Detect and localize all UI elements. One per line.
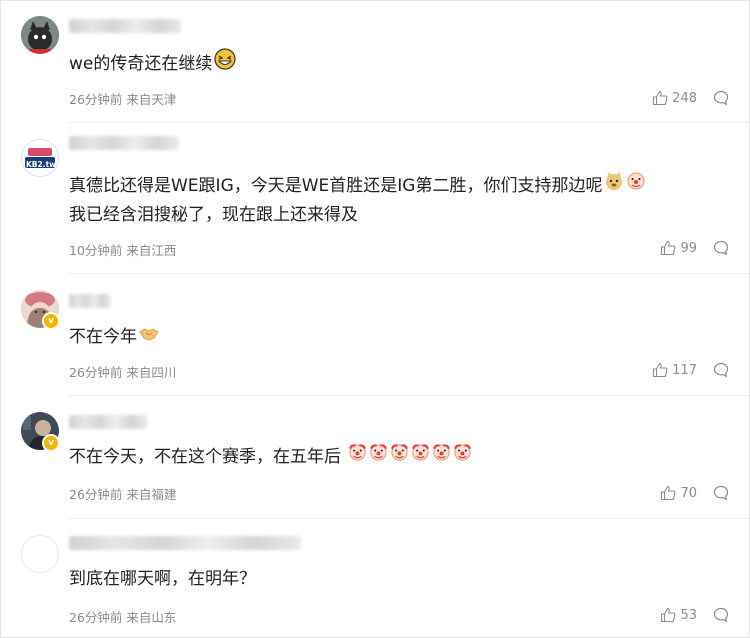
comment-text: we的传奇还在继续 <box>69 48 236 80</box>
username-blurred[interactable] <box>69 415 147 429</box>
reply-button[interactable] <box>713 362 729 378</box>
comment-time: 26分钟前 <box>69 365 123 380</box>
comment-time: 26分钟前 <box>69 610 123 625</box>
thumbs-up-icon <box>661 607 676 623</box>
comment-actions: 248 <box>652 89 729 107</box>
cat-avatar-icon <box>21 16 59 54</box>
verified-badge-icon: v <box>42 312 60 330</box>
username-blurred[interactable] <box>69 294 111 308</box>
like-button[interactable]: 70 <box>660 485 697 501</box>
comment-text: 到底在哪天啊，在明年？ <box>69 569 256 589</box>
like-count: 99 <box>680 240 697 256</box>
comment-bubble-icon <box>713 362 729 378</box>
comment-text-line2: 我已经含泪搜秘了，现在跟上还来得及 <box>69 205 358 225</box>
thumbs-up-icon <box>661 240 676 256</box>
avatar-text: KB2.tw <box>26 160 57 169</box>
thumbs-up-icon <box>661 485 676 501</box>
comment-text: 不在今年 <box>69 322 159 352</box>
comment-actions: 53 <box>660 606 729 624</box>
comment-list: we的传奇还在继续 26分钟前 来自天津 248 KB2.tw 真德比还得是WE… <box>0 0 750 638</box>
like-count: 53 <box>680 607 697 623</box>
doge-emoji-icon <box>604 171 624 201</box>
comment-location: 来自江西 <box>126 243 177 258</box>
comment-item: we的传奇还在继续 26分钟前 来自天津 248 <box>1 1 749 123</box>
clown-emoji-icon <box>626 171 646 201</box>
handshake-emoji-icon <box>139 322 159 352</box>
username-blurred[interactable] <box>69 19 181 33</box>
like-button[interactable]: 248 <box>652 90 697 106</box>
comment-meta: 26分钟前 来自福建 <box>69 484 176 503</box>
clown-emoji-icon <box>348 442 367 472</box>
like-button[interactable]: 53 <box>660 607 697 623</box>
like-button[interactable]: 117 <box>652 362 697 378</box>
laughing-emoji-icon <box>214 48 236 80</box>
comment-actions: 99 <box>660 239 729 257</box>
thumbs-up-icon <box>653 362 668 378</box>
comment-text: 不在今天，不在这个赛季，在五年后 <box>69 442 472 472</box>
username-blurred[interactable] <box>69 536 301 550</box>
comment-item: v 不在今年 26分钟前 来自四川 117 <box>1 274 749 396</box>
comment-bubble-icon <box>713 485 729 501</box>
clown-emoji-icon <box>453 442 472 472</box>
comment-bubble-icon <box>713 240 729 256</box>
reply-button[interactable] <box>713 240 729 256</box>
reply-button[interactable] <box>713 485 729 501</box>
comment-location: 来自福建 <box>126 487 177 502</box>
comment-location: 来自天津 <box>126 92 177 107</box>
comment-item: KB2.tw 真德比还得是WE跟IG，今天是WE首胜还是IG第二胜，你们支持那边… <box>1 123 749 274</box>
comment-location: 来自四川 <box>126 365 177 380</box>
comment-meta: 10分钟前 来自江西 <box>69 240 176 259</box>
reply-button[interactable] <box>713 607 729 623</box>
comment-time: 26分钟前 <box>69 92 123 107</box>
avatar[interactable]: KB2.tw <box>21 139 59 177</box>
comment-actions: 70 <box>660 484 729 502</box>
clown-emoji-icon <box>369 442 388 472</box>
comment-text: 真德比还得是WE跟IG，今天是WE首胜还是IG第二胜，你们支持那边呢 <box>69 171 646 201</box>
like-count: 117 <box>672 362 697 378</box>
clown-emoji-icon <box>390 442 409 472</box>
default-avatar-icon <box>22 536 58 572</box>
like-count: 248 <box>672 90 697 106</box>
reply-button[interactable] <box>713 90 729 106</box>
avatar[interactable] <box>21 535 59 573</box>
comment-location: 来自山东 <box>126 610 177 625</box>
clown-emoji-icon <box>432 442 451 472</box>
comment-meta: 26分钟前 来自山东 <box>69 607 176 626</box>
comment-bubble-icon <box>713 607 729 623</box>
comment-meta: 26分钟前 来自四川 <box>69 362 176 381</box>
comment-meta: 26分钟前 来自天津 <box>69 89 176 108</box>
username-blurred[interactable] <box>69 136 179 150</box>
comment-item: v 不在今天，不在这个赛季，在五年后 26分钟前 来自福建 70 <box>1 396 749 519</box>
like-count: 70 <box>680 485 697 501</box>
comment-bubble-icon <box>713 90 729 106</box>
comment-actions: 117 <box>652 361 729 379</box>
verified-badge-icon: v <box>42 434 60 452</box>
comment-time: 10分钟前 <box>69 243 123 258</box>
thumbs-up-icon <box>653 90 668 106</box>
avatar[interactable] <box>21 16 59 54</box>
emoji-row <box>341 444 472 467</box>
clown-emoji-icon <box>411 442 430 472</box>
comment-time: 26分钟前 <box>69 487 123 502</box>
kb2-logo-avatar-icon <box>22 140 58 176</box>
like-button[interactable]: 99 <box>660 240 697 256</box>
comment-item: 到底在哪天啊，在明年？ 26分钟前 来自山东 53 <box>1 519 749 637</box>
